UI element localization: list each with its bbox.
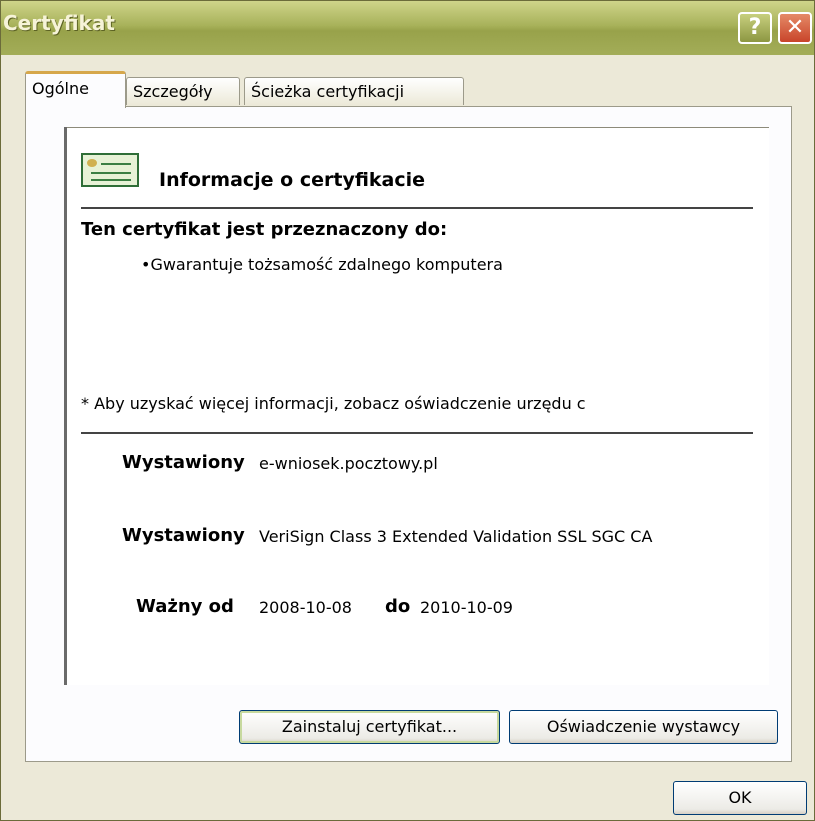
info-title: Informacje o certyfikacie <box>159 169 426 191</box>
divider <box>81 207 753 209</box>
close-icon: ✕ <box>785 15 805 40</box>
issued-by-label: Wystawiony <box>122 525 245 546</box>
ok-button[interactable]: OK <box>673 781 807 815</box>
tab-general[interactable]: Ogólne <box>25 71 126 108</box>
help-button[interactable]: ? <box>738 12 772 44</box>
issued-to-label: Wystawiony <box>122 452 245 473</box>
tab-certification-path[interactable]: Ścieżka certyfikacji <box>244 77 464 105</box>
purpose-item: •Gwarantuje tożsamość zdalnego komputera <box>141 255 503 274</box>
ok-label: OK <box>728 788 752 807</box>
tab-details[interactable]: Szczegóły <box>126 77 240 105</box>
title-bar[interactable]: Certyfikat ? ✕ <box>1 1 814 55</box>
info-box-left-edge <box>64 127 67 685</box>
valid-to-value: 2010-10-09 <box>420 598 513 617</box>
valid-to-label: do <box>385 596 411 617</box>
close-button[interactable]: ✕ <box>778 12 812 44</box>
valid-from-label: Ważny od <box>136 596 234 617</box>
window-title: Certyfikat <box>3 11 115 35</box>
more-info-note: * Aby uzyskać więcej informacji, zobacz … <box>81 394 586 413</box>
install-certificate-label: Zainstaluj certyfikat... <box>281 717 458 736</box>
issuer-statement-button[interactable]: Oświadczenie wystawcy <box>509 710 778 744</box>
tab-certification-path-label: Ścieżka certyfikacji <box>251 82 405 101</box>
tab-details-label: Szczegóły <box>133 82 213 101</box>
install-certificate-button[interactable]: Zainstaluj certyfikat... <box>239 710 500 744</box>
issued-by-value: VeriSign Class 3 Extended Validation SSL… <box>259 527 653 546</box>
help-icon: ? <box>748 15 762 40</box>
certificate-icon <box>81 153 139 187</box>
tab-general-label: Ogólne <box>32 79 89 98</box>
purpose-heading: Ten certyfikat jest przeznaczony do: <box>81 219 448 240</box>
issued-to-value: e-wniosek.pocztowy.pl <box>259 454 438 473</box>
certificate-dialog: Certyfikat ? ✕ Ogólne Szczegóły Ścieżka … <box>0 0 815 821</box>
divider <box>81 432 753 434</box>
issuer-statement-label: Oświadczenie wystawcy <box>546 717 741 736</box>
valid-from-value: 2008-10-08 <box>259 598 352 617</box>
